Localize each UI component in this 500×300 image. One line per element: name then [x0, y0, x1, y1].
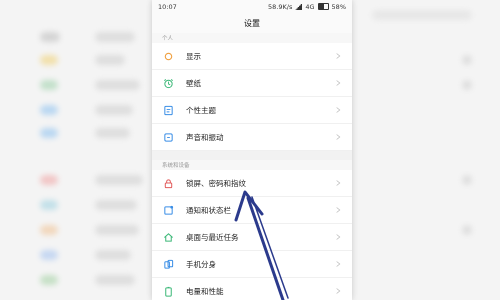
- settings-item-label: 桌面与最近任务: [186, 232, 239, 242]
- chevron-right-icon: [334, 51, 342, 61]
- chevron-right-icon: [334, 105, 342, 115]
- settings-item-second-space[interactable]: 手机分身: [152, 251, 352, 278]
- chevron-right-icon: [334, 259, 342, 269]
- settings-item-sound[interactable]: 声音和振动: [152, 124, 352, 151]
- status-time: 10:07: [158, 2, 177, 11]
- settings-item-battery[interactable]: 电量和性能: [152, 278, 352, 300]
- settings-item-label: 电量和性能: [186, 286, 224, 296]
- page-title-bar: 设置: [152, 13, 352, 33]
- section-divider: [152, 151, 352, 160]
- clone-icon: [162, 258, 174, 270]
- section-header-system: 系统和设备: [152, 160, 352, 170]
- sound-icon: [162, 131, 174, 143]
- settings-item-label: 壁纸: [186, 78, 201, 88]
- notification-icon: [162, 204, 174, 216]
- page-title: 设置: [244, 18, 260, 28]
- lock-icon: [162, 177, 174, 189]
- settings-item-home-screen[interactable]: 桌面与最近任务: [152, 224, 352, 251]
- settings-item-label: 显示: [186, 51, 201, 61]
- settings-item-label: 声音和振动: [186, 132, 224, 142]
- network-speed: 58.9K/s: [268, 2, 293, 11]
- chevron-right-icon: [334, 78, 342, 88]
- battery-status-icon: [317, 3, 329, 10]
- chevron-right-icon: [334, 286, 342, 296]
- alarm-clock-icon: [162, 77, 174, 89]
- chevron-right-icon: [334, 205, 342, 215]
- chevron-right-icon: [334, 178, 342, 188]
- sun-icon: [162, 50, 174, 62]
- chevron-right-icon: [334, 132, 342, 142]
- battery-icon: [162, 285, 174, 297]
- settings-item-themes[interactable]: 个性主题: [152, 97, 352, 124]
- settings-item-wallpaper[interactable]: 壁纸: [152, 70, 352, 97]
- home-icon: [162, 231, 174, 243]
- settings-item-label: 手机分身: [186, 259, 216, 269]
- settings-item-lock-screen[interactable]: 锁屏、密码和指纹: [152, 170, 352, 197]
- signal-icon: [295, 3, 303, 10]
- battery-percent: 58%: [331, 2, 346, 11]
- theme-icon: [162, 104, 174, 116]
- section-header-personal: 个人: [152, 33, 352, 43]
- settings-item-label: 通知和状态栏: [186, 205, 231, 215]
- network-type: 4G: [305, 2, 315, 11]
- chevron-right-icon: [334, 232, 342, 242]
- blurred-background-right: [352, 0, 500, 300]
- phone-screen: 10:07 58.9K/s 4G 58% 设置 个人 显示 壁纸 个性主题 声音…: [152, 0, 352, 300]
- settings-item-label: 锁屏、密码和指纹: [186, 178, 246, 188]
- blurred-background-left: [0, 0, 152, 300]
- status-bar: 10:07 58.9K/s 4G 58%: [152, 0, 352, 13]
- settings-item-notifications[interactable]: 通知和状态栏: [152, 197, 352, 224]
- settings-item-display[interactable]: 显示: [152, 43, 352, 70]
- settings-item-label: 个性主题: [186, 105, 216, 115]
